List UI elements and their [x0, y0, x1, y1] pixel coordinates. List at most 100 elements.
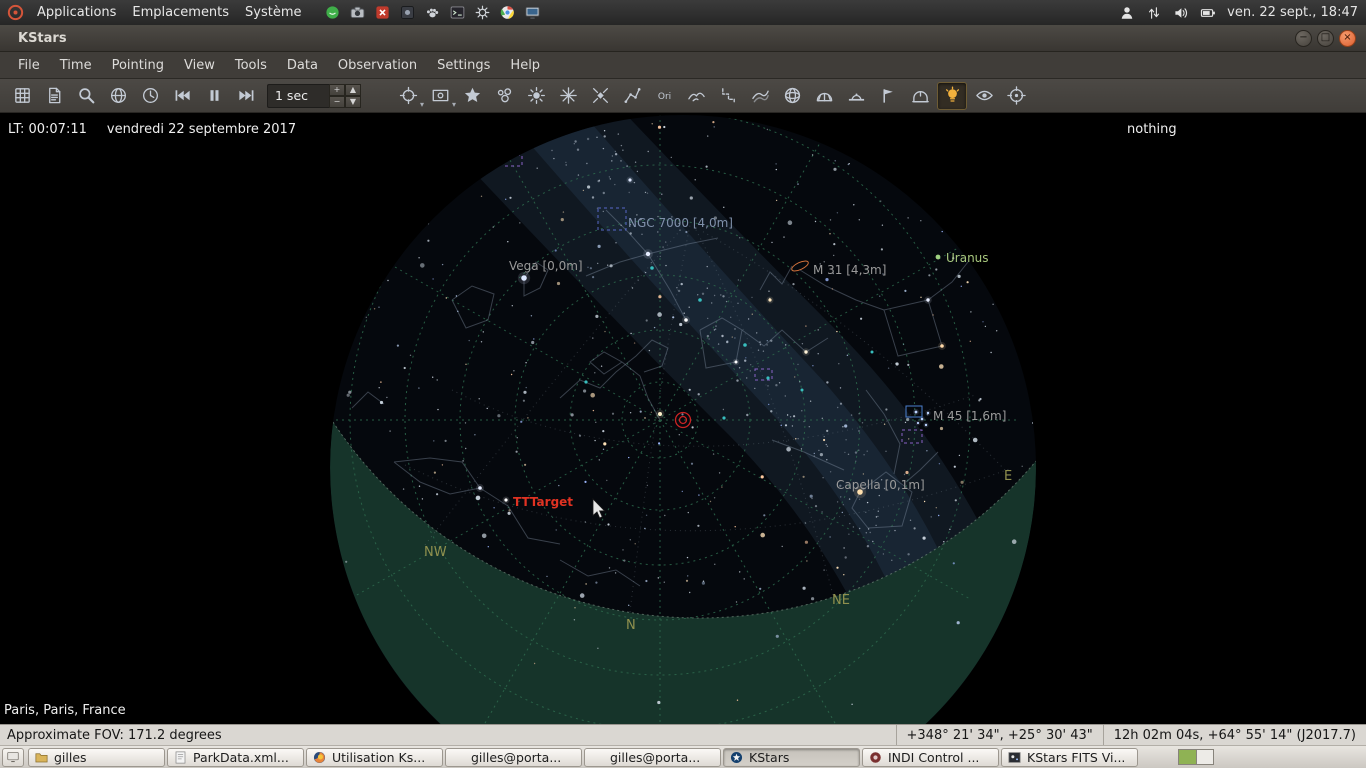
taskbar-window-button[interactable]: gilles [28, 747, 165, 767]
panel-clock[interactable]: ven. 22 sept., 18:47 [1227, 5, 1358, 20]
timestep-spinbox[interactable]: 1 sec + − ▲ ▼ [267, 83, 361, 108]
download-data-button[interactable] [7, 82, 37, 110]
terminal-icon[interactable] [449, 4, 466, 21]
taskbar-window-button[interactable]: ParkData.xml... [167, 747, 304, 767]
timestep-up-button[interactable]: ▲ [345, 83, 361, 96]
toggle-clock-button[interactable] [199, 82, 229, 110]
telescope-target-button[interactable] [1001, 82, 1031, 110]
toggle-constellation-art-button[interactable] [681, 82, 711, 110]
globe-icon [109, 86, 128, 105]
workspace-switcher [1178, 749, 1214, 765]
toggle-constellation-names-button[interactable]: Ori [649, 82, 679, 110]
menu-help[interactable]: Help [500, 55, 550, 76]
taskbar-window-button[interactable]: INDI Control ... [862, 747, 999, 767]
taskbar-window-button[interactable]: Utilisation Ks... [306, 747, 443, 767]
taskbar-window-button[interactable]: gilles@porta... [584, 747, 721, 767]
show-desktop-button[interactable] [2, 747, 24, 767]
toggle-horizon-button[interactable] [841, 82, 871, 110]
network-indicator-icon[interactable] [1146, 5, 1162, 21]
textdoc-icon [173, 750, 188, 765]
toggle-constellation-boundaries-button[interactable] [713, 82, 743, 110]
menu-file[interactable]: File [8, 55, 50, 76]
main-toolbar: 1 sec + − ▲ ▼ ▾ ▾ Ori [0, 79, 1366, 113]
flag-icon [879, 86, 898, 105]
toggle-deep-sky-button[interactable] [489, 82, 519, 110]
toggle-supernovae-button[interactable] [553, 82, 583, 110]
taskbar-window-button[interactable]: KStars FITS Vi... [1001, 747, 1138, 767]
battery-indicator-icon[interactable] [1200, 5, 1216, 21]
distro-menu-icon[interactable] [6, 3, 25, 22]
menu-settings[interactable]: Settings [427, 55, 500, 76]
term-icon [590, 750, 605, 765]
taskbar-window-label: gilles@porta... [471, 749, 562, 765]
menu-view[interactable]: View [174, 55, 225, 76]
doc-icon [45, 86, 64, 105]
close-button[interactable]: × [1339, 29, 1356, 47]
timestep-unit-down-button[interactable]: − [329, 95, 345, 108]
toggle-satellites-button[interactable] [585, 82, 615, 110]
window-titlebar[interactable]: KStars − □ × [0, 25, 1366, 52]
dropdown-arrow-icon: ▾ [419, 99, 424, 109]
magnifier-icon [77, 86, 96, 105]
toggle-horizontal-grid-button[interactable] [809, 82, 839, 110]
time-infobox[interactable]: LT: 00:07:11 vendredi 22 septembre 2017 [8, 122, 296, 137]
panel-menu-systme[interactable]: Système [237, 2, 309, 23]
menu-data[interactable]: Data [277, 55, 328, 76]
whats-interesting-button[interactable] [969, 82, 999, 110]
record-icon[interactable] [374, 4, 391, 21]
workspace-1[interactable] [1179, 750, 1196, 764]
toggle-equatorial-grid-button[interactable] [777, 82, 807, 110]
toggle-flags-button[interactable] [873, 82, 903, 110]
toggle-solar-system-button[interactable] [521, 82, 551, 110]
menu-tools[interactable]: Tools [225, 55, 277, 76]
volume-indicator-icon[interactable] [1173, 5, 1189, 21]
sky-map[interactable]: NGC 7000 [4,0m] Vega [0,0m] M 31 [4,3m] Ura… [0, 113, 1366, 724]
cardinal-label: NW [424, 545, 447, 560]
taskbar-window-label: KStars [749, 749, 790, 765]
toggle-milky-way-button[interactable] [745, 82, 775, 110]
timestep-value[interactable]: 1 sec [267, 83, 329, 108]
timestep-unit-up-button[interactable]: + [329, 83, 345, 96]
menu-pointing[interactable]: Pointing [102, 55, 174, 76]
crosshair-icon [399, 86, 418, 105]
toggle-stars-button[interactable] [457, 82, 487, 110]
menu-observation[interactable]: Observation [328, 55, 427, 76]
focus-infobox[interactable]: nothing [1127, 122, 1177, 137]
panel-menu-emplacements[interactable]: Emplacements [124, 2, 237, 23]
timestep-down-button[interactable]: ▼ [345, 95, 361, 108]
java-icon[interactable] [324, 4, 341, 21]
menu-time[interactable]: Time [50, 55, 102, 76]
time-step-backward-button[interactable] [167, 82, 197, 110]
camera-icon[interactable] [349, 4, 366, 21]
set-geolocation-button[interactable] [103, 82, 133, 110]
taskbar-window-button[interactable]: KStars [723, 747, 860, 767]
bird-icon [687, 86, 706, 105]
firefox-icon [312, 750, 327, 765]
taskbar-window-button[interactable]: gilles@porta... [445, 747, 582, 767]
panel-menu-applications[interactable]: Applications [29, 2, 124, 23]
minimize-button[interactable]: − [1295, 29, 1312, 47]
find-object-button[interactable] [71, 82, 101, 110]
set-time-button[interactable] [135, 82, 165, 110]
panel-indicators-area: ven. 22 sept., 18:47 [1119, 5, 1360, 21]
sky-object-label: Capella [0,1m] [836, 478, 925, 492]
toggle-constellation-lines-button[interactable] [617, 82, 647, 110]
sky-object-label: NGC 7000 [4,0m] [628, 216, 733, 230]
open-file-button[interactable] [39, 82, 69, 110]
gear-icon[interactable] [474, 4, 491, 21]
workspace-2[interactable] [1196, 750, 1213, 764]
paw-icon[interactable] [424, 4, 441, 21]
chrome-icon[interactable] [499, 4, 516, 21]
time-step-forward-button[interactable] [231, 82, 261, 110]
location-infobox[interactable]: Paris, Paris, France [4, 703, 126, 718]
night-vision-button[interactable] [937, 81, 967, 110]
maximize-button[interactable]: □ [1317, 29, 1334, 47]
user-indicator-icon[interactable] [1119, 5, 1135, 21]
monitor-icon[interactable] [524, 4, 541, 21]
burst-icon [559, 86, 578, 105]
appdark-icon[interactable] [399, 4, 416, 21]
toggle-observatory-button[interactable] [905, 82, 935, 110]
fov-symbol-button[interactable]: ▾ [425, 82, 456, 110]
taskbar-window-label: KStars FITS Vi... [1027, 749, 1126, 765]
focus-object-button[interactable]: ▾ [393, 82, 424, 110]
